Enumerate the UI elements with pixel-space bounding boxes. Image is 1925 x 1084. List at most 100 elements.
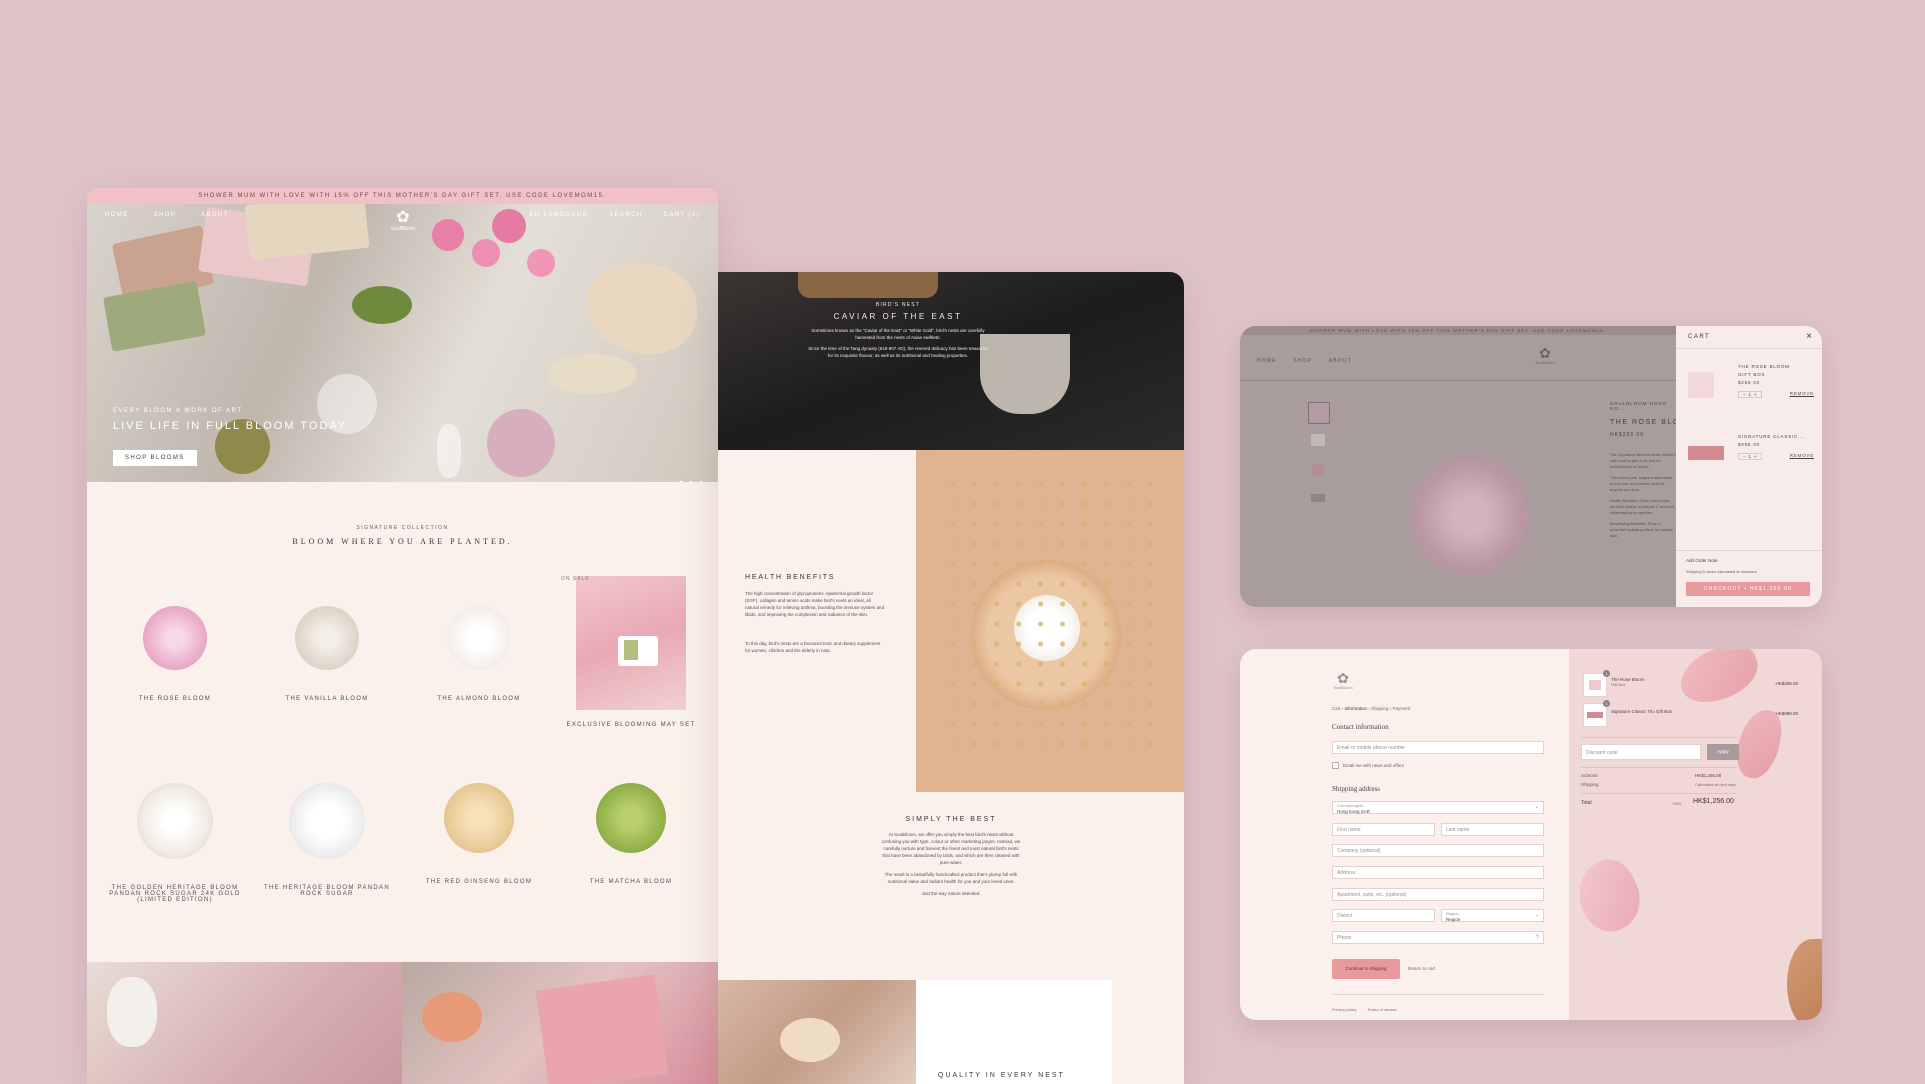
product-card[interactable]: THE ROSE BLOOM <box>105 576 245 728</box>
country-select[interactable]: Country/region Hong Kong SAR ⌄ <box>1332 801 1544 814</box>
teapot-image <box>107 977 157 1047</box>
company-field[interactable]: Company (optional) <box>1332 844 1544 857</box>
divider <box>1332 994 1544 995</box>
summary-item-variant: Gift Box <box>1611 682 1626 687</box>
logo[interactable]: ✿ SoulBloom <box>1330 671 1356 690</box>
first-name-field[interactable]: First name <box>1332 823 1435 836</box>
shop-blooms-button[interactable]: SHOP BLOOMS <box>113 450 197 466</box>
flower-bouquet-image <box>422 992 482 1042</box>
heritage-bloom-image <box>289 783 365 859</box>
email-field[interactable]: Email or mobile phone number <box>1332 741 1544 754</box>
nav-about[interactable]: ABOUT <box>201 212 229 218</box>
terms-link[interactable]: Terms of service <box>1368 1007 1397 1012</box>
product-title: EXCLUSIVE BLOOMING MAY SET <box>566 722 696 728</box>
product-card[interactable]: THE GOLDEN HERITAGE BLOOM PANDAN ROCK SU… <box>105 783 245 903</box>
product-title: THE ROSE BLOOM <box>138 696 212 702</box>
rose-petal-image <box>1673 649 1765 711</box>
carousel-dot[interactable] <box>688 481 694 482</box>
product-desc-2: This blush pink, fragrant alternative to… <box>1610 475 1673 492</box>
logo[interactable]: ✿ SoulBloom <box>1525 346 1565 365</box>
about-intro-2: Since the time of the Tang dynasty (618-… <box>808 346 988 358</box>
best-text-2: The result is a beautifully handcrafted … <box>884 872 1018 884</box>
remove-link[interactable]: REMOVE <box>1790 453 1814 460</box>
email-offers-checkbox[interactable]: Email me with news and offers <box>1332 762 1404 769</box>
carousel-dot[interactable] <box>698 481 704 482</box>
product-card[interactable]: THE RED GINSENG BLOOM <box>409 783 549 903</box>
return-to-cart-link[interactable]: Return to cart <box>1408 966 1435 971</box>
thumbnail[interactable] <box>1311 494 1325 502</box>
nav-home[interactable]: HOME <box>1257 358 1277 364</box>
gold-flakes-image <box>946 480 1166 760</box>
checkout-button[interactable]: CHECKOUT • HK$1,256.00 <box>1686 582 1810 596</box>
order-note-link[interactable]: Add Order Note <box>1686 558 1718 563</box>
summary-item-price: HK$258.00 <box>1775 681 1798 686</box>
divider <box>1581 737 1737 738</box>
nav-shop[interactable]: SHOP <box>154 212 177 218</box>
thumbnail[interactable] <box>1312 464 1324 476</box>
quantity-stepper[interactable]: − 1 + <box>1738 391 1763 398</box>
total-value: HK$1,256.00 <box>1693 798 1734 805</box>
subtotal-value: HK$1,256.00 <box>1695 773 1722 778</box>
breadcrumb-cart[interactable]: Cart <box>1332 706 1341 711</box>
product-title: THE HERITAGE BLOOM PANDAN ROCK SUGAR <box>264 885 390 897</box>
divider <box>1581 793 1737 794</box>
district-field[interactable]: District <box>1332 909 1435 922</box>
product-card[interactable]: THE MATCHA BLOOM <box>561 783 701 903</box>
nav-home[interactable]: HOME <box>105 212 129 218</box>
last-name-field[interactable]: Last name <box>1441 823 1544 836</box>
product-card[interactable]: THE VANILLA BLOOM <box>257 576 397 728</box>
collection-eyebrow: SIGNATURE COLLECTION <box>356 525 449 531</box>
logo[interactable]: ✿ SoulBloom <box>383 210 423 233</box>
cart-item-image <box>1688 446 1724 460</box>
contact-title: Contact information <box>1332 723 1389 731</box>
announcement-bar[interactable]: SHOWER MUM WITH LOVE WITH 15% OFF THIS M… <box>1240 326 1676 335</box>
product-card[interactable]: ON SALE EXCLUSIVE BLOOMING MAY SET <box>561 576 701 728</box>
about-intro-1: Sometimes known as the "Caviar of the Ea… <box>811 328 985 340</box>
privacy-policy-link[interactable]: Privacy policy <box>1332 1007 1356 1012</box>
thumbnail[interactable] <box>1311 434 1325 446</box>
close-icon[interactable]: × <box>1806 331 1812 342</box>
checkbox-icon[interactable] <box>1332 762 1339 769</box>
product-title: THE ROSE BLOOM <box>1610 419 1695 426</box>
nav-about[interactable]: ABOUT <box>1329 358 1352 364</box>
address-field[interactable]: Address <box>1332 866 1544 879</box>
language-select[interactable]: EN LANGUAGE <box>529 212 588 218</box>
announcement-bar[interactable]: SHOWER MUM WITH LOVE WITH 15% OFF THIS M… <box>87 188 718 204</box>
rose-bloom-image <box>487 409 555 477</box>
cart-item: SIGNATURE CLASSIC ... $988.00 − 1 + REMO… <box>1738 434 1814 460</box>
region-select[interactable]: Region Region ⌄ <box>1441 909 1544 922</box>
blooming-may-set-image <box>576 576 686 710</box>
cart-link[interactable]: CART (0) <box>664 212 700 218</box>
quantity-stepper[interactable]: − 1 + <box>1738 453 1763 460</box>
remove-link[interactable]: REMOVE <box>1790 391 1814 398</box>
continue-to-shipping-button[interactable]: Continue to shipping <box>1332 959 1400 979</box>
product-cart-panel: SHOWER MUM WITH LOVE WITH 15% OFF THIS M… <box>1240 326 1822 607</box>
search-link[interactable]: SEARCH <box>609 212 642 218</box>
about-eyebrow: BIRD'S NEST <box>875 302 921 308</box>
benefits-text-2: To this day, bird's nests are a favoured… <box>745 641 881 653</box>
gift-box-image <box>102 281 207 352</box>
discount-code-input[interactable]: Discount code <box>1581 744 1701 760</box>
matcha-bloom-image <box>596 783 666 853</box>
apartment-field[interactable]: Apartment, suite, etc. (optional) <box>1332 888 1544 901</box>
nav-utility: EN LANGUAGE SEARCH CART (0) <box>511 212 700 218</box>
apply-button[interactable]: Apply <box>1707 744 1739 760</box>
checkout-panel: ✿ SoulBloom Cart › Information › Shippin… <box>1240 649 1822 1020</box>
carousel-dot[interactable] <box>678 481 684 482</box>
red-ginseng-bloom-image <box>444 783 514 853</box>
bird-nest-dessert-image: BIRD'S NEST CAVIAR OF THE EAST Sometimes… <box>718 272 1184 450</box>
product-card[interactable]: THE ALMOND BLOOM <box>409 576 549 728</box>
product-desc-1: The Signature almond cream infused with … <box>1610 452 1676 469</box>
cart-drawer: CART × THE ROSE BLOOM GIFT BOX $258.00 −… <box>1676 326 1822 607</box>
product-desc-4: Beautifying Benefits: Rose is powerful h… <box>1610 521 1673 538</box>
product-desc-3: Health Benefits: Rose extract has benefi… <box>1610 498 1676 515</box>
nav-shop[interactable]: SHOP <box>1293 358 1312 364</box>
divider <box>1676 348 1822 349</box>
product-card[interactable]: THE HERITAGE BLOOM PANDAN ROCK SUGAR <box>257 783 397 903</box>
almond-bloom-image <box>447 606 511 670</box>
golden-heritage-bloom-image <box>137 783 213 859</box>
rose-bloom-image <box>1410 456 1530 576</box>
phone-field[interactable]: Phone ? <box>1332 931 1544 944</box>
thumbnail[interactable] <box>1308 402 1330 424</box>
help-icon[interactable]: ? <box>1536 932 1539 945</box>
